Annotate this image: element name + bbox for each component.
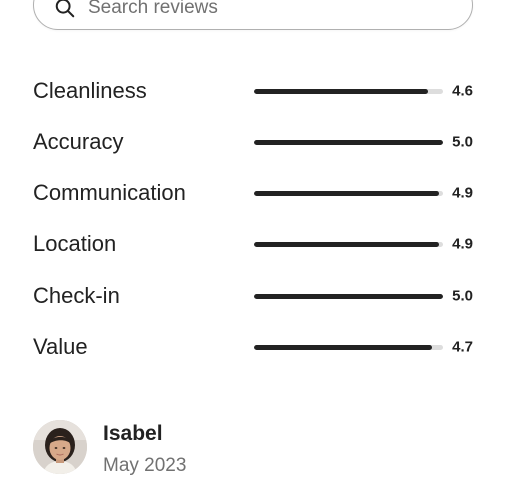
rating-label: Communication (33, 180, 186, 205)
rating-score: 4.6 (452, 82, 473, 100)
rating-bar-fill (254, 345, 432, 350)
rating-label: Accuracy (33, 129, 124, 154)
rating-bar-fill (254, 140, 443, 145)
rating-row-accuracy: Accuracy 5.0 (33, 122, 478, 162)
avatar[interactable] (33, 420, 87, 474)
rating-row-value: Value 4.7 (33, 327, 478, 367)
rating-row-cleanliness: Cleanliness 4.6 (33, 71, 478, 111)
rating-label: Location (33, 231, 117, 256)
rating-bar-fill (254, 89, 428, 94)
rating-label: Value (33, 334, 88, 359)
rating-row-check-in: Check-in 5.0 (33, 276, 478, 316)
review-date: May 2023 (103, 455, 187, 476)
rating-bar-fill (254, 191, 440, 196)
rating-row-location: Location 4.9 (33, 224, 478, 264)
rating-label: Cleanliness (33, 78, 147, 103)
rating-score: 5.0 (452, 133, 473, 151)
rating-score: 5.0 (452, 287, 473, 305)
rating-label: Check-in (33, 283, 120, 308)
rating-bar-fill (254, 242, 440, 247)
rating-bar (254, 140, 443, 145)
rating-bar (254, 89, 443, 94)
rating-row-communication: Communication 4.9 (33, 173, 478, 213)
review-header: Isabel May 2023 (33, 420, 333, 480)
search-reviews-bar[interactable] (33, 0, 473, 30)
rating-bar (254, 345, 443, 350)
rating-bar-fill (254, 294, 443, 299)
rating-score: 4.7 (452, 338, 473, 356)
rating-bar (254, 242, 443, 247)
rating-score: 4.9 (452, 184, 473, 202)
search-reviews-input[interactable] (88, 0, 448, 21)
rating-bar (254, 191, 443, 196)
reviewer-name: Isabel (103, 422, 163, 445)
rating-score: 4.9 (452, 235, 473, 253)
search-icon (55, 0, 75, 18)
reviewer-photo (33, 420, 87, 474)
rating-bar (254, 294, 443, 299)
